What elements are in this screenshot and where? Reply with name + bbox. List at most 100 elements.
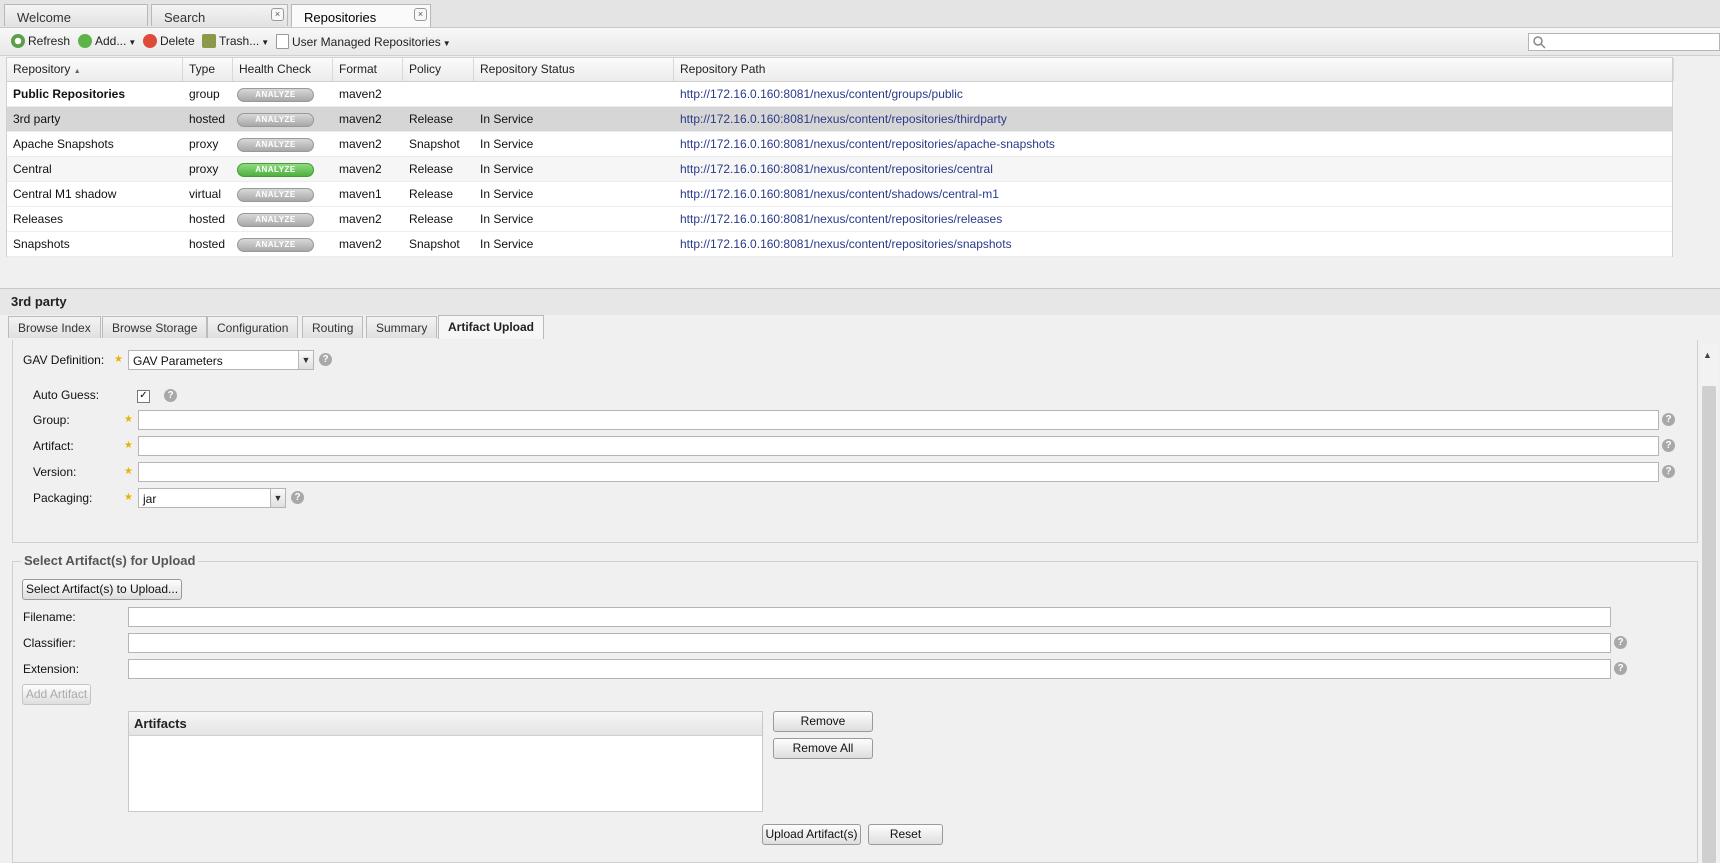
classifier-field[interactable] xyxy=(128,633,1611,653)
help-icon[interactable]: ? xyxy=(1662,439,1675,452)
tab-search-label: Search xyxy=(164,10,206,25)
cell-status xyxy=(474,82,480,106)
column-header-format[interactable]: Format xyxy=(333,58,403,81)
cell-path[interactable]: http://172.16.0.160:8081/nexus/content/g… xyxy=(674,82,963,106)
cell-name: Apache Snapshots xyxy=(13,137,114,151)
help-icon[interactable]: ? xyxy=(291,491,304,504)
column-header-policy[interactable]: Policy xyxy=(403,58,474,81)
version-label: Version: xyxy=(33,465,77,479)
trash-button[interactable]: Trash... ▼ xyxy=(202,34,269,48)
help-icon[interactable]: ? xyxy=(164,389,177,402)
tab-routing[interactable]: Routing xyxy=(302,316,364,338)
chevron-down-icon[interactable]: ▼ xyxy=(270,489,285,507)
tab-welcome-label: Welcome xyxy=(17,10,71,25)
detail-title: 3rd party xyxy=(11,294,67,309)
cell-type: proxy xyxy=(189,137,219,151)
trash-label: Trash... xyxy=(219,34,260,48)
required-star-icon: ★ xyxy=(114,354,123,365)
analyze-button[interactable]: ANALYZE xyxy=(237,88,314,102)
cell-status: In Service xyxy=(480,137,534,151)
close-icon[interactable]: × xyxy=(414,8,427,21)
group-label: Group: xyxy=(33,413,70,427)
column-header-health-check[interactable]: Health Check xyxy=(233,58,333,81)
repository-grid: Repository ▲ Type Health Check Format Po… xyxy=(6,57,1674,257)
upload-artifacts-button[interactable]: Upload Artifact(s) xyxy=(762,824,861,845)
help-icon[interactable]: ? xyxy=(1662,413,1675,426)
column-header-type[interactable]: Type xyxy=(183,58,233,81)
help-icon[interactable]: ? xyxy=(319,353,332,366)
remove-button[interactable]: Remove xyxy=(773,711,873,732)
cell-path[interactable]: http://172.16.0.160:8081/nexus/content/r… xyxy=(674,132,1055,156)
refresh-button[interactable]: Refresh xyxy=(11,34,70,48)
table-row[interactable]: Snapshots hosted maven2 Snapshot In Service h… xyxy=(7,232,1672,257)
filename-field[interactable] xyxy=(128,607,1611,627)
cell-name: Central xyxy=(13,162,52,176)
tab-artifact-upload[interactable]: Artifact Upload xyxy=(438,315,545,339)
trash-icon xyxy=(202,34,216,48)
cell-policy: Release xyxy=(409,162,454,176)
column-header-label: Health Check xyxy=(239,62,312,76)
artifact-field[interactable] xyxy=(138,436,1659,456)
group-field[interactable] xyxy=(138,410,1659,430)
table-row[interactable]: 3rd party hosted maven2 Release In Service ht… xyxy=(7,107,1672,132)
analyze-button[interactable]: ANALYZE xyxy=(237,188,314,202)
tab-search[interactable]: Search × xyxy=(151,4,288,26)
cell-path[interactable]: http://172.16.0.160:8081/nexus/content/r… xyxy=(674,232,1012,256)
add-icon xyxy=(78,34,92,48)
extension-label: Extension: xyxy=(23,662,80,676)
cell-path[interactable]: http://172.16.0.160:8081/nexus/content/r… xyxy=(674,157,993,181)
table-row[interactable]: Releases hosted maven2 Release In Service htt… xyxy=(7,207,1672,232)
cell-path[interactable]: http://172.16.0.160:8081/nexus/content/s… xyxy=(674,182,999,206)
column-header-repository-path[interactable]: Repository Path xyxy=(674,58,1674,81)
tab-configuration[interactable]: Configuration xyxy=(207,316,299,338)
scroll-up-icon[interactable]: ▲ xyxy=(1703,350,1712,360)
table-row[interactable]: Central proxy maven2 Release In Service http:… xyxy=(7,157,1672,182)
cell-format: maven1 xyxy=(339,187,382,201)
tab-summary[interactable]: Summary xyxy=(366,316,438,338)
packaging-label: Packaging: xyxy=(33,491,93,505)
table-row[interactable]: Apache Snapshots proxy maven2 Snapshot In Se… xyxy=(7,132,1672,157)
tab-welcome[interactable]: Welcome xyxy=(4,4,148,26)
analyze-button[interactable]: ANALYZE xyxy=(237,163,314,177)
scrollbar-thumb[interactable] xyxy=(1702,386,1716,863)
add-button[interactable]: Add... ▼ xyxy=(78,34,136,48)
help-icon[interactable]: ? xyxy=(1614,662,1627,675)
cell-path[interactable]: http://172.16.0.160:8081/nexus/content/r… xyxy=(674,207,1002,231)
table-row[interactable]: Central M1 shadow virtual maven1 Release In … xyxy=(7,182,1672,207)
table-row[interactable]: Public Repositories group maven2 http://172… xyxy=(7,82,1672,107)
required-star-icon: ★ xyxy=(124,414,133,425)
select-artifacts-button[interactable]: Select Artifact(s) to Upload... xyxy=(22,579,182,600)
tab-browse-storage[interactable]: Browse Storage xyxy=(102,316,208,338)
analyze-button[interactable]: ANALYZE xyxy=(237,213,314,227)
column-header-repository[interactable]: Repository ▲ xyxy=(7,58,183,81)
delete-button[interactable]: Delete xyxy=(143,34,195,48)
reset-button[interactable]: Reset xyxy=(868,824,943,845)
analyze-button[interactable]: ANALYZE xyxy=(237,113,314,127)
close-icon[interactable]: × xyxy=(271,8,284,21)
chevron-down-icon[interactable]: ▼ xyxy=(298,351,313,369)
packaging-value: jar xyxy=(143,492,157,506)
cell-path[interactable]: http://172.16.0.160:8081/nexus/content/r… xyxy=(674,107,1007,131)
search-input[interactable] xyxy=(1528,33,1720,51)
tab-browse-index[interactable]: Browse Index xyxy=(8,316,101,338)
add-artifact-button[interactable]: Add Artifact xyxy=(22,684,91,705)
user-managed-repositories-menu[interactable]: User Managed Repositories ▼ xyxy=(276,34,451,49)
analyze-button[interactable]: ANALYZE xyxy=(237,238,314,252)
help-icon[interactable]: ? xyxy=(1614,636,1627,649)
tab-label: Artifact Upload xyxy=(448,320,535,334)
cell-status: In Service xyxy=(480,187,534,201)
repositories-toolbar: Refresh Add... ▼ Delete Trash... ▼ User Ma… xyxy=(0,28,1720,56)
remove-all-button[interactable]: Remove All xyxy=(773,738,873,759)
extension-field[interactable] xyxy=(128,659,1611,679)
auto-guess-checkbox[interactable]: ✓ xyxy=(137,390,150,403)
gav-definition-label: GAV Definition: xyxy=(23,353,105,367)
packaging-select[interactable]: jar ▼ xyxy=(138,488,286,508)
gav-definition-select[interactable]: GAV Parameters ▼ xyxy=(128,350,314,370)
column-header-repository-status[interactable]: Repository Status xyxy=(474,58,674,81)
cell-policy: Snapshot xyxy=(409,137,460,151)
analyze-button[interactable]: ANALYZE xyxy=(237,138,314,152)
tab-repositories[interactable]: Repositories × xyxy=(291,4,431,27)
sort-asc-icon: ▲ xyxy=(73,68,81,75)
help-icon[interactable]: ? xyxy=(1662,465,1675,478)
version-field[interactable] xyxy=(138,462,1659,482)
